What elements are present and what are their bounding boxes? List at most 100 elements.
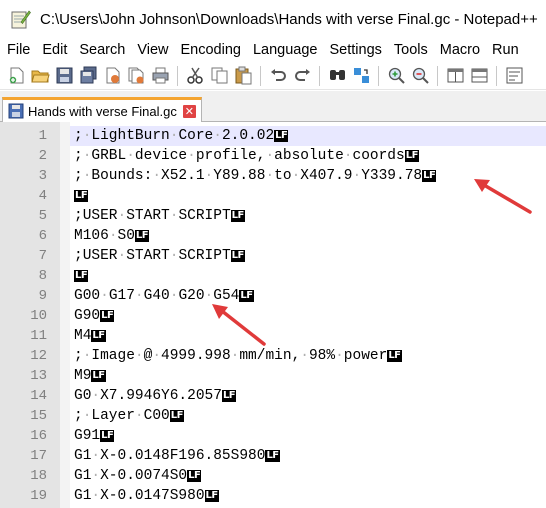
line-text: G90LF — [74, 308, 115, 324]
line-number: 18 — [30, 468, 47, 484]
sync-horizontal-icon[interactable] — [470, 66, 489, 85]
eol-lf-marker: LF — [74, 190, 89, 202]
menu-language[interactable]: Language — [246, 42, 323, 58]
saved-file-icon — [8, 103, 24, 119]
eol-lf-marker: LF — [100, 430, 115, 442]
find-icon[interactable] — [328, 66, 347, 85]
eol-lf-marker: LF — [387, 350, 402, 362]
new-file-icon[interactable] — [7, 66, 26, 85]
code-line[interactable]: 4 LF — [0, 186, 546, 206]
title-bar: C:\Users\John Johnson\Downloads\Hands wi… — [0, 0, 546, 38]
notepad-plus-plus-icon — [11, 10, 31, 29]
annotation-arrow-bounds — [474, 179, 532, 214]
menu-macro[interactable]: Macro — [433, 42, 485, 58]
line-number: 2 — [38, 148, 47, 164]
code-line[interactable]: 5 ;USER·START·SCRIPTLF — [0, 206, 546, 226]
toolbar-separator — [437, 65, 438, 86]
line-number: 7 — [38, 248, 47, 264]
line-text: M106·S0LF — [74, 228, 150, 244]
code-line[interactable]: 16 G91LF — [0, 426, 546, 446]
code-line[interactable]: 11 M4LF — [0, 326, 546, 346]
eol-lf-marker: LF — [169, 410, 184, 422]
save-icon[interactable] — [55, 66, 74, 85]
line-number: 9 — [38, 288, 47, 304]
code-line[interactable]: 15 ;·Layer·C00LF — [0, 406, 546, 426]
code-line[interactable]: 6 M106·S0LF — [0, 226, 546, 246]
line-number: 19 — [30, 488, 47, 504]
code-line[interactable]: 17 G1·X-0.0148F196.85S980LF — [0, 446, 546, 466]
toolbar-separator — [260, 65, 261, 86]
undo-icon[interactable] — [269, 66, 288, 85]
eol-lf-marker: LF — [221, 390, 237, 402]
line-text: M4LF — [74, 328, 106, 344]
line-number: 10 — [30, 308, 47, 324]
line-text: ;·Layer·C00LF — [74, 408, 184, 424]
code-line[interactable]: 9 G00·G17·G40·G20·G54LF — [0, 286, 546, 306]
eol-lf-marker: LF — [74, 270, 89, 282]
eol-lf-marker: LF — [422, 170, 437, 182]
eol-lf-marker: LF — [134, 230, 150, 242]
toolbar-separator — [177, 65, 178, 86]
eol-lf-marker: LF — [274, 130, 289, 142]
code-line[interactable]: 10 G90LF — [0, 306, 546, 326]
eol-lf-marker: LF — [230, 250, 245, 262]
redo-icon[interactable] — [293, 66, 312, 85]
line-number: 16 — [30, 428, 47, 444]
menu-settings[interactable]: Settings — [322, 42, 386, 58]
menu-view[interactable]: View — [130, 42, 173, 58]
line-number: 3 — [38, 168, 47, 184]
code-line[interactable]: 1 ;·LightBurn·Core·2.0.02LF — [0, 126, 546, 146]
line-number: 6 — [38, 228, 47, 244]
line-number: 8 — [38, 268, 47, 284]
code-line[interactable]: 2 ;·GRBL·device·profile,·absolute·coordsL… — [0, 146, 546, 166]
code-line[interactable]: 13 M9LF — [0, 366, 546, 386]
line-text: LF — [74, 186, 89, 206]
menu-search[interactable]: Search — [72, 42, 130, 58]
line-text: G1·X-0.0148F196.85S980LF — [74, 448, 280, 464]
close-all-icon[interactable] — [127, 66, 146, 85]
toolbar-separator — [496, 65, 497, 86]
menu-bar: File Edit Search View Encoding Language … — [0, 38, 546, 62]
print-icon[interactable] — [151, 66, 170, 85]
tab-close-icon[interactable]: ✕ — [182, 104, 196, 118]
save-all-icon[interactable] — [79, 66, 98, 85]
toolbar-separator — [319, 65, 320, 86]
code-line[interactable]: 19 G1·X-0.0147S980LF — [0, 486, 546, 506]
zoom-in-icon[interactable] — [387, 66, 406, 85]
copy-icon[interactable] — [210, 66, 229, 85]
paste-icon[interactable] — [234, 66, 253, 85]
replace-icon[interactable] — [352, 66, 371, 85]
line-number: 11 — [30, 328, 47, 344]
menu-tools[interactable]: Tools — [387, 42, 433, 58]
word-wrap-icon[interactable] — [505, 66, 524, 85]
line-number: 15 — [30, 408, 47, 424]
sync-vertical-icon[interactable] — [446, 66, 465, 85]
zoom-out-icon[interactable] — [411, 66, 430, 85]
code-line[interactable]: 3 ;·Bounds:·X52.1·Y89.88·to·X407.9·Y339.7… — [0, 166, 546, 186]
menu-edit[interactable]: Edit — [35, 42, 72, 58]
eol-lf-marker: LF — [91, 330, 106, 342]
line-text: ;·GRBL·device·profile,·absolute·coordsLF — [74, 148, 419, 164]
eol-lf-marker: LF — [187, 470, 202, 482]
eol-lf-marker: LF — [204, 490, 219, 502]
menu-run[interactable]: Run — [485, 42, 524, 58]
code-line[interactable]: 14 G0·X7.9946Y6.2057LF — [0, 386, 546, 406]
line-text: M9LF — [74, 368, 106, 384]
eol-lf-marker: LF — [265, 450, 280, 462]
editor[interactable]: 1 ;·LightBurn·Core·2.0.02LF 2 ;·GRBL·device… — [0, 122, 546, 508]
code-line[interactable]: 18 G1·X-0.0074S0LF — [0, 466, 546, 486]
code-line[interactable]: 12 ;·Image·@·4999.998·mm/min,·98%·powerLF — [0, 346, 546, 366]
close-icon[interactable] — [103, 66, 122, 85]
tab-bar: Hands with verse Final.gc ✕ — [0, 91, 546, 122]
window-title: C:\Users\John Johnson\Downloads\Hands wi… — [40, 10, 538, 28]
eol-lf-marker: LF — [230, 210, 245, 222]
open-file-icon[interactable] — [30, 66, 50, 85]
cut-icon[interactable] — [186, 66, 205, 85]
line-text: G0·X7.9946Y6.2057LF — [74, 388, 237, 404]
code-line[interactable]: 8 LF — [0, 266, 546, 286]
line-text: ;USER·START·SCRIPTLF — [74, 208, 245, 224]
code-line[interactable]: 7 ;USER·START·SCRIPTLF — [0, 246, 546, 266]
tab-hands-with-verse-final[interactable]: Hands with verse Final.gc ✕ — [2, 97, 202, 122]
menu-file[interactable]: File — [0, 42, 35, 58]
menu-encoding[interactable]: Encoding — [174, 42, 246, 58]
